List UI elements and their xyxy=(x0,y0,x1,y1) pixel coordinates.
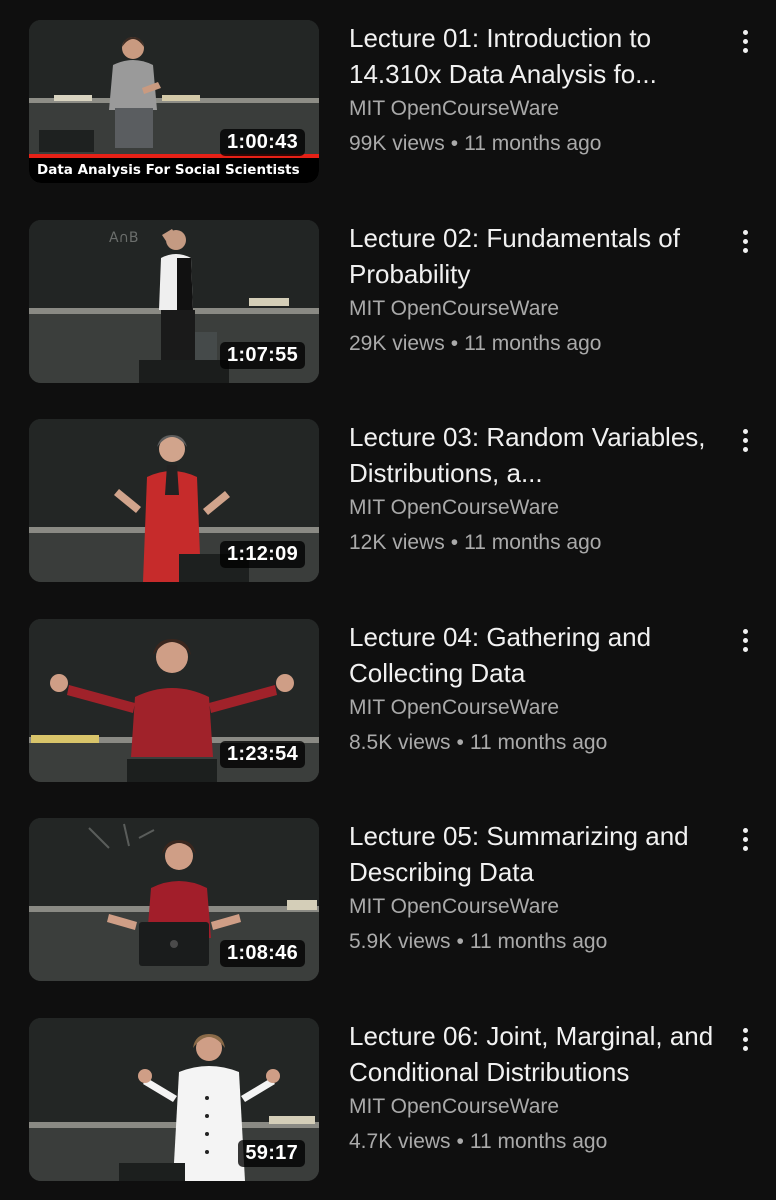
separator-dot: • xyxy=(456,930,464,953)
video-meta[interactable]: Lecture 01: Introduction to 14.310x Data… xyxy=(349,20,731,160)
video-thumbnail[interactable]: Data Analysis For Social Scientists 1:00… xyxy=(29,20,319,183)
video-stats: 8.5K views • 11 months ago xyxy=(349,727,731,759)
view-count: 12K views xyxy=(349,531,445,554)
more-vert-icon[interactable] xyxy=(734,230,756,258)
video-stats: 5.9K views • 11 months ago xyxy=(349,926,731,958)
video-meta[interactable]: Lecture 03: Random Variables, Distributi… xyxy=(349,419,731,559)
channel-name[interactable]: MIT OpenCourseWare xyxy=(349,93,731,125)
channel-name[interactable]: MIT OpenCourseWare xyxy=(349,692,731,724)
video-meta[interactable]: Lecture 06: Joint, Marginal, and Conditi… xyxy=(349,1018,731,1158)
video-meta[interactable]: Lecture 05: Summarizing and Describing D… xyxy=(349,818,731,958)
video-title[interactable]: Lecture 01: Introduction to 14.310x Data… xyxy=(349,20,731,92)
video-item[interactable]: 1:08:46 Lecture 05: Summarizing and Desc… xyxy=(0,818,776,982)
video-title[interactable]: Lecture 06: Joint, Marginal, and Conditi… xyxy=(349,1018,731,1090)
video-title[interactable]: Lecture 04: Gathering and Collecting Dat… xyxy=(349,619,731,691)
upload-age: 11 months ago xyxy=(469,1130,608,1153)
channel-name[interactable]: MIT OpenCourseWare xyxy=(349,293,731,325)
duration-badge: 1:07:55 xyxy=(219,342,305,369)
more-vert-icon[interactable] xyxy=(734,1028,756,1056)
video-list: Data Analysis For Social Scientists 1:00… xyxy=(0,0,776,1200)
view-count: 8.5K views xyxy=(349,731,451,754)
duration-badge: 1:00:43 xyxy=(219,129,305,156)
duration-badge: 1:08:46 xyxy=(219,940,305,967)
video-thumbnail[interactable]: A∩B 1:07:55 xyxy=(29,220,319,383)
view-count: 99K views xyxy=(349,132,445,155)
duration-badge: 1:23:54 xyxy=(219,741,305,768)
separator-dot: • xyxy=(456,1130,464,1153)
channel-name[interactable]: MIT OpenCourseWare xyxy=(349,891,731,923)
view-count: 5.9K views xyxy=(349,930,451,953)
video-stats: 29K views • 11 months ago xyxy=(349,328,731,360)
video-item[interactable]: Data Analysis For Social Scientists 1:00… xyxy=(0,20,776,184)
video-item[interactable]: A∩B 1:07:55 Lecture 02: Fundamentals of … xyxy=(0,220,776,384)
view-count: 4.7K views xyxy=(349,1130,451,1153)
separator-dot: • xyxy=(450,531,459,554)
more-vert-icon[interactable] xyxy=(734,429,756,457)
video-stats: 4.7K views • 11 months ago xyxy=(349,1126,731,1158)
video-title[interactable]: Lecture 02: Fundamentals of Probability xyxy=(349,220,731,292)
video-thumbnail[interactable]: 1:12:09 xyxy=(29,419,319,582)
video-item[interactable]: 1:23:54 Lecture 04: Gathering and Collec… xyxy=(0,619,776,783)
video-title[interactable]: Lecture 03: Random Variables, Distributi… xyxy=(349,419,731,491)
separator-dot: • xyxy=(456,731,464,754)
upload-age: 11 months ago xyxy=(469,930,608,953)
more-vert-icon[interactable] xyxy=(734,30,756,58)
more-vert-icon[interactable] xyxy=(734,629,756,657)
video-stats: 12K views • 11 months ago xyxy=(349,527,731,559)
duration-badge: 59:17 xyxy=(238,1140,305,1167)
more-vert-icon[interactable] xyxy=(734,828,756,856)
video-meta[interactable]: Lecture 04: Gathering and Collecting Dat… xyxy=(349,619,731,759)
upload-age: 11 months ago xyxy=(464,132,602,155)
duration-badge: 1:12:09 xyxy=(219,541,305,568)
video-thumbnail[interactable]: 1:23:54 xyxy=(29,619,319,782)
upload-age: 11 months ago xyxy=(464,531,602,554)
video-thumbnail[interactable]: 59:17 xyxy=(29,1018,319,1181)
channel-name[interactable]: MIT OpenCourseWare xyxy=(349,1091,731,1123)
video-title[interactable]: Lecture 05: Summarizing and Describing D… xyxy=(349,818,731,890)
separator-dot: • xyxy=(450,132,459,155)
video-item[interactable]: 1:12:09 Lecture 03: Random Variables, Di… xyxy=(0,419,776,583)
view-count: 29K views xyxy=(349,332,445,355)
separator-dot: • xyxy=(450,332,459,355)
video-item[interactable]: 59:17 Lecture 06: Joint, Marginal, and C… xyxy=(0,1018,776,1182)
thumbnail-caption: Data Analysis For Social Scientists xyxy=(29,158,319,183)
svg-text:A∩B: A∩B xyxy=(109,230,138,246)
upload-age: 11 months ago xyxy=(469,731,608,754)
upload-age: 11 months ago xyxy=(464,332,602,355)
video-thumbnail[interactable]: 1:08:46 xyxy=(29,818,319,981)
video-meta[interactable]: Lecture 02: Fundamentals of Probability … xyxy=(349,220,731,360)
video-stats: 99K views • 11 months ago xyxy=(349,128,731,160)
channel-name[interactable]: MIT OpenCourseWare xyxy=(349,492,731,524)
